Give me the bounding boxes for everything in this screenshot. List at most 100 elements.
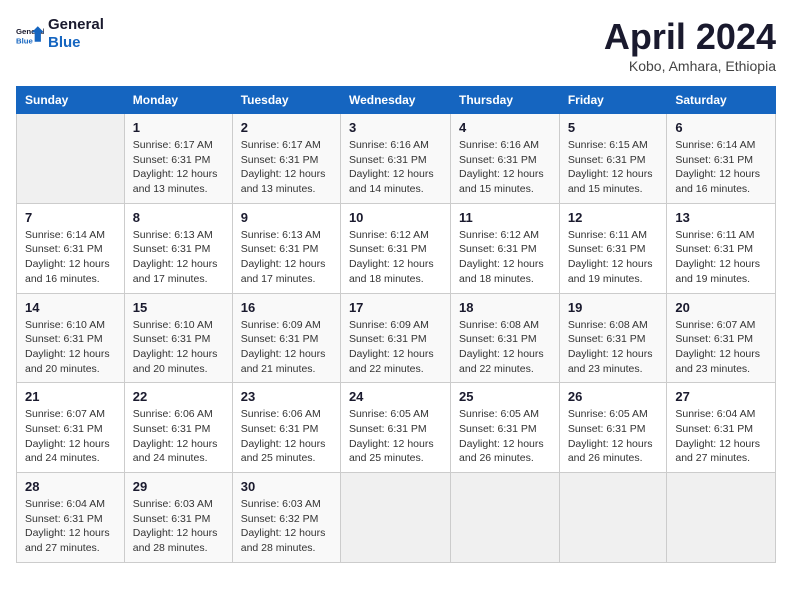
- day-info: Sunrise: 6:16 AMSunset: 6:31 PMDaylight:…: [349, 138, 442, 197]
- day-number: 30: [241, 479, 332, 494]
- day-info: Sunrise: 6:04 AMSunset: 6:31 PMDaylight:…: [25, 497, 116, 556]
- day-number: 12: [568, 210, 659, 225]
- calendar-cell: 5 Sunrise: 6:15 AMSunset: 6:31 PMDaylight…: [559, 114, 667, 204]
- day-info: Sunrise: 6:14 AMSunset: 6:31 PMDaylight:…: [25, 228, 116, 287]
- calendar-cell: 15 Sunrise: 6:10 AMSunset: 6:31 PMDayligh…: [124, 293, 232, 383]
- calendar-cell: 19 Sunrise: 6:08 AMSunset: 6:31 PMDayligh…: [559, 293, 667, 383]
- calendar-cell: 22Sunrise: 6:06 AMSunset: 6:31 PMDayligh…: [124, 383, 232, 473]
- calendar-cell: 28 Sunrise: 6:04 AMSunset: 6:31 PMDayligh…: [17, 473, 125, 563]
- month-title: April 2024: [604, 16, 776, 58]
- day-number: 26: [568, 389, 659, 404]
- day-number: 14: [25, 300, 116, 315]
- svg-text:Blue: Blue: [16, 36, 34, 45]
- day-info: Sunrise: 6:13 AMSunset: 6:31 PMDaylight:…: [241, 228, 332, 287]
- logo-icon: General Blue: [16, 20, 44, 48]
- day-info: Sunrise: 6:05 AMSunset: 6:31 PMDaylight:…: [349, 407, 442, 466]
- calendar-cell: 26 Sunrise: 6:05 AMSunset: 6:31 PMDayligh…: [559, 383, 667, 473]
- calendar-cell: 12 Sunrise: 6:11 AMSunset: 6:31 PMDayligh…: [559, 203, 667, 293]
- day-number: 22: [133, 389, 224, 404]
- calendar-cell: 2 Sunrise: 6:17 AMSunset: 6:31 PMDaylight…: [232, 114, 340, 204]
- day-info: Sunrise: 6:13 AMSunset: 6:31 PMDaylight:…: [133, 228, 224, 287]
- day-number: 2: [241, 120, 332, 135]
- calendar-cell: 18 Sunrise: 6:08 AMSunset: 6:31 PMDayligh…: [451, 293, 560, 383]
- logo-line1: General: [48, 16, 104, 34]
- calendar-cell: 21Sunrise: 6:07 AMSunset: 6:31 PMDayligh…: [17, 383, 125, 473]
- calendar-cell: 27 Sunrise: 6:04 AMSunset: 6:31 PMDayligh…: [667, 383, 776, 473]
- day-number: 19: [568, 300, 659, 315]
- calendar-cell: 11Sunrise: 6:12 AMSunset: 6:31 PMDayligh…: [451, 203, 560, 293]
- day-number: 3: [349, 120, 442, 135]
- day-number: 28: [25, 479, 116, 494]
- day-info: Sunrise: 6:17 AMSunset: 6:31 PMDaylight:…: [133, 138, 224, 197]
- day-number: 5: [568, 120, 659, 135]
- calendar-cell: [451, 473, 560, 563]
- calendar-cell: [340, 473, 450, 563]
- day-info: Sunrise: 6:05 AMSunset: 6:31 PMDaylight:…: [459, 407, 551, 466]
- day-number: 4: [459, 120, 551, 135]
- calendar-cell: [559, 473, 667, 563]
- weekday-header-thursday: Thursday: [451, 87, 560, 114]
- day-info: Sunrise: 6:03 AMSunset: 6:32 PMDaylight:…: [241, 497, 332, 556]
- calendar-cell: [17, 114, 125, 204]
- calendar-cell: [667, 473, 776, 563]
- day-info: Sunrise: 6:09 AMSunset: 6:31 PMDaylight:…: [241, 318, 332, 377]
- calendar-cell: 30 Sunrise: 6:03 AMSunset: 6:32 PMDayligh…: [232, 473, 340, 563]
- day-number: 20: [675, 300, 767, 315]
- day-number: 25: [459, 389, 551, 404]
- calendar-cell: 16 Sunrise: 6:09 AMSunset: 6:31 PMDayligh…: [232, 293, 340, 383]
- calendar-table: SundayMondayTuesdayWednesdayThursdayFrid…: [16, 86, 776, 563]
- day-number: 15: [133, 300, 224, 315]
- day-info: Sunrise: 6:12 AMSunset: 6:31 PMDaylight:…: [349, 228, 442, 287]
- day-number: 13: [675, 210, 767, 225]
- day-number: 6: [675, 120, 767, 135]
- calendar-cell: 20 Sunrise: 6:07 AMSunset: 6:31 PMDayligh…: [667, 293, 776, 383]
- calendar-cell: 25 Sunrise: 6:05 AMSunset: 6:31 PMDayligh…: [451, 383, 560, 473]
- weekday-header-sunday: Sunday: [17, 87, 125, 114]
- day-info: Sunrise: 6:10 AMSunset: 6:31 PMDaylight:…: [25, 318, 116, 377]
- day-number: 18: [459, 300, 551, 315]
- calendar-cell: 17Sunrise: 6:09 AMSunset: 6:31 PMDayligh…: [340, 293, 450, 383]
- day-number: 29: [133, 479, 224, 494]
- logo: General Blue General Blue: [16, 16, 104, 52]
- day-number: 7: [25, 210, 116, 225]
- calendar-cell: 4Sunrise: 6:16 AMSunset: 6:31 PMDaylight…: [451, 114, 560, 204]
- day-info: Sunrise: 6:11 AMSunset: 6:31 PMDaylight:…: [568, 228, 659, 287]
- day-info: Sunrise: 6:03 AMSunset: 6:31 PMDaylight:…: [133, 497, 224, 556]
- day-info: Sunrise: 6:07 AMSunset: 6:31 PMDaylight:…: [25, 407, 116, 466]
- weekday-header-wednesday: Wednesday: [340, 87, 450, 114]
- day-info: Sunrise: 6:15 AMSunset: 6:31 PMDaylight:…: [568, 138, 659, 197]
- day-info: Sunrise: 6:08 AMSunset: 6:31 PMDaylight:…: [459, 318, 551, 377]
- calendar-cell: 3 Sunrise: 6:16 AMSunset: 6:31 PMDaylight…: [340, 114, 450, 204]
- day-info: Sunrise: 6:14 AMSunset: 6:31 PMDaylight:…: [675, 138, 767, 197]
- day-info: Sunrise: 6:10 AMSunset: 6:31 PMDaylight:…: [133, 318, 224, 377]
- weekday-header-saturday: Saturday: [667, 87, 776, 114]
- day-info: Sunrise: 6:04 AMSunset: 6:31 PMDaylight:…: [675, 407, 767, 466]
- day-info: Sunrise: 6:07 AMSunset: 6:31 PMDaylight:…: [675, 318, 767, 377]
- weekday-header-friday: Friday: [559, 87, 667, 114]
- calendar-cell: 8Sunrise: 6:13 AMSunset: 6:31 PMDaylight…: [124, 203, 232, 293]
- calendar-cell: 24Sunrise: 6:05 AMSunset: 6:31 PMDayligh…: [340, 383, 450, 473]
- day-number: 16: [241, 300, 332, 315]
- day-number: 27: [675, 389, 767, 404]
- calendar-cell: 1 Sunrise: 6:17 AMSunset: 6:31 PMDaylight…: [124, 114, 232, 204]
- day-number: 17: [349, 300, 442, 315]
- calendar-cell: 7 Sunrise: 6:14 AMSunset: 6:31 PMDaylight…: [17, 203, 125, 293]
- day-info: Sunrise: 6:06 AMSunset: 6:31 PMDaylight:…: [241, 407, 332, 466]
- day-number: 10: [349, 210, 442, 225]
- day-info: Sunrise: 6:11 AMSunset: 6:31 PMDaylight:…: [675, 228, 767, 287]
- day-number: 9: [241, 210, 332, 225]
- calendar-cell: 10 Sunrise: 6:12 AMSunset: 6:31 PMDayligh…: [340, 203, 450, 293]
- weekday-header-tuesday: Tuesday: [232, 87, 340, 114]
- day-number: 1: [133, 120, 224, 135]
- calendar-cell: 9 Sunrise: 6:13 AMSunset: 6:31 PMDaylight…: [232, 203, 340, 293]
- day-info: Sunrise: 6:12 AMSunset: 6:31 PMDaylight:…: [459, 228, 551, 287]
- logo-line2: Blue: [48, 34, 104, 52]
- day-info: Sunrise: 6:05 AMSunset: 6:31 PMDaylight:…: [568, 407, 659, 466]
- calendar-cell: 14 Sunrise: 6:10 AMSunset: 6:31 PMDayligh…: [17, 293, 125, 383]
- day-info: Sunrise: 6:08 AMSunset: 6:31 PMDaylight:…: [568, 318, 659, 377]
- day-info: Sunrise: 6:17 AMSunset: 6:31 PMDaylight:…: [241, 138, 332, 197]
- calendar-cell: 23Sunrise: 6:06 AMSunset: 6:31 PMDayligh…: [232, 383, 340, 473]
- location-subtitle: Kobo, Amhara, Ethiopia: [604, 58, 776, 74]
- title-block: April 2024 Kobo, Amhara, Ethiopia: [604, 16, 776, 74]
- calendar-cell: 6 Sunrise: 6:14 AMSunset: 6:31 PMDaylight…: [667, 114, 776, 204]
